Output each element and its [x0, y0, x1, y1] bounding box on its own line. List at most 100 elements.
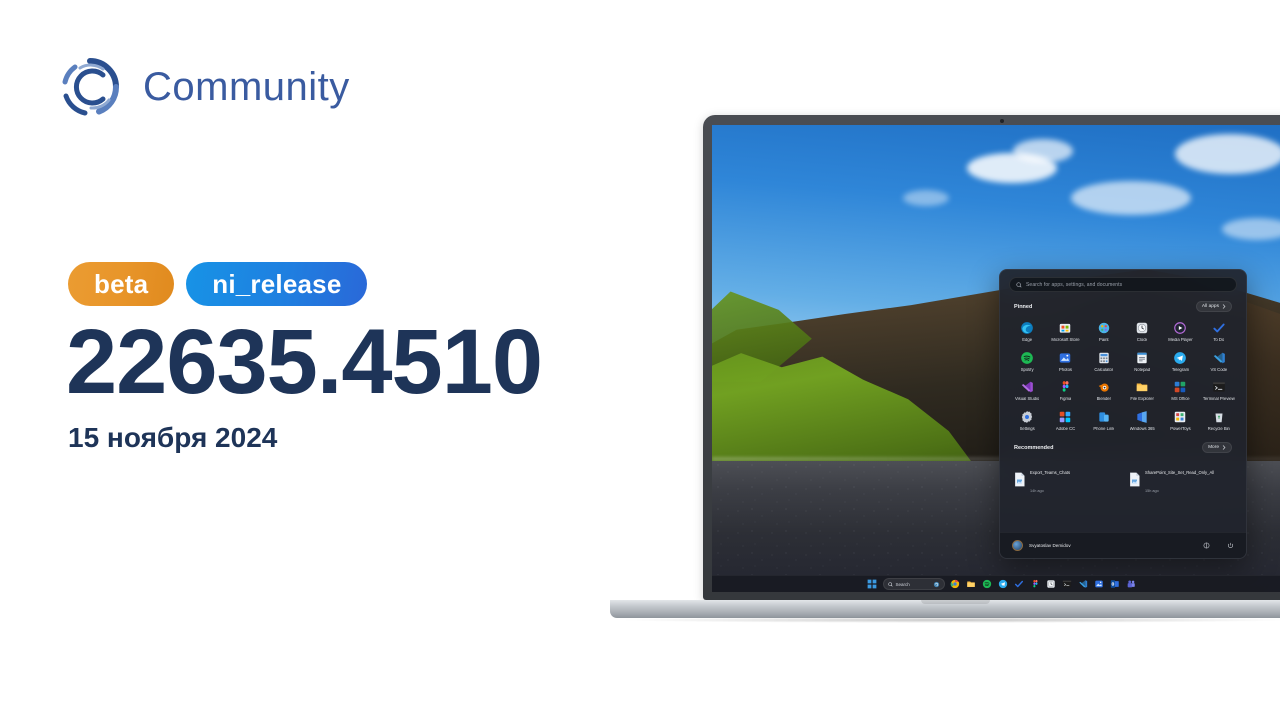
storage-icon[interactable]	[1203, 542, 1210, 549]
laptop-shadow	[618, 617, 1280, 623]
taskbar-icon-figma[interactable]	[1030, 579, 1041, 590]
laptop-mockup: Search for apps, settings, and documents…	[610, 110, 1280, 625]
figma-icon	[1057, 379, 1073, 395]
app-tile-notepad[interactable]: Notepad	[1123, 347, 1161, 375]
file-explorer-icon	[1134, 379, 1150, 395]
start-user-bar[interactable]: Svyatoslav Demidov	[1000, 532, 1246, 558]
chevron-right-icon	[1222, 304, 1226, 309]
recommended-item-name: SharePoint_Site_Set_Read_Only_All	[1145, 470, 1215, 476]
visual-studio-icon	[1019, 379, 1035, 395]
taskbar-search-box[interactable]: Search	[882, 578, 945, 590]
windows-start-icon[interactable]	[867, 579, 878, 590]
app-tile-calculator[interactable]: Calculator	[1085, 347, 1123, 375]
windows-365-icon	[1134, 409, 1150, 425]
app-tile-figma[interactable]: Figma	[1046, 376, 1084, 404]
user-name: Svyatoslav Demidov	[1029, 543, 1071, 548]
phone-link-icon	[1096, 409, 1112, 425]
vs-code-icon	[1211, 350, 1227, 366]
app-tile-phone-link[interactable]: Phone Link	[1085, 406, 1123, 434]
spotify-icon	[1019, 350, 1035, 366]
document-icon	[1128, 472, 1141, 487]
taskbar-icon-vs-code[interactable]	[1078, 579, 1089, 590]
taskbar-icon-file-explorer[interactable]	[966, 579, 977, 590]
app-label: Photos	[1058, 367, 1073, 372]
community-c-logo	[55, 52, 125, 122]
app-label: Calculator	[1094, 367, 1114, 372]
app-tile-telegram[interactable]: Telegram	[1161, 347, 1199, 375]
recommended-item-name: Export_Teams_Chats	[1030, 470, 1071, 476]
start-menu[interactable]: Search for apps, settings, and documents…	[999, 269, 1247, 559]
app-tile-paint[interactable]: Paint	[1085, 317, 1123, 345]
app-tile-visual-studio[interactable]: Visual Studio	[1008, 376, 1046, 404]
release-date: 15 ноября 2024	[68, 422, 278, 453]
terminal-preview-icon	[1211, 379, 1227, 395]
taskbar-icon-clock[interactable]	[1046, 579, 1057, 590]
taskbar-icon-teams[interactable]	[1126, 579, 1137, 590]
app-tile-spotify[interactable]: Spotify	[1008, 347, 1046, 375]
clock-icon	[1134, 320, 1150, 336]
recycle-bin-icon	[1211, 409, 1227, 425]
document-icon	[1013, 472, 1026, 487]
more-label: More	[1208, 445, 1219, 451]
app-tile-terminal-preview[interactable]: Terminal Preview	[1200, 376, 1238, 404]
list-item[interactable]: SharePoint_Site_Set_Read_Only_All 15h ag…	[1125, 458, 1236, 500]
search-icon	[887, 581, 893, 587]
pinned-header: Pinned All apps	[1014, 301, 1232, 312]
app-tile-recycle-bin[interactable]: Recycle Bin	[1200, 406, 1238, 434]
taskbar[interactable]: Search	[712, 575, 1280, 592]
app-tile-powertoys[interactable]: PowerToys	[1161, 406, 1199, 434]
edge-icon	[1019, 320, 1035, 336]
app-tile-blender[interactable]: Blender	[1085, 376, 1123, 404]
app-label: Phone Link	[1093, 426, 1115, 431]
app-label: Paint	[1099, 338, 1109, 342]
app-tile-windows-365[interactable]: Windows 365	[1123, 406, 1161, 434]
copilot-icon[interactable]	[933, 581, 940, 588]
app-tile-microsoft-store[interactable]: Microsoft Store	[1046, 317, 1084, 345]
settings-icon	[1019, 409, 1035, 425]
brand-lockup: Community	[55, 52, 350, 122]
app-tile-file-explorer[interactable]: File Explorer	[1123, 376, 1161, 404]
brand-name: Community	[143, 64, 350, 109]
taskbar-icon-outlook[interactable]	[1110, 579, 1121, 590]
app-tile-photos[interactable]: Photos	[1046, 347, 1084, 375]
app-tile-edge[interactable]: Edge	[1008, 317, 1046, 345]
avatar[interactable]	[1012, 540, 1023, 551]
app-tile-vs-code[interactable]: VS Code	[1200, 347, 1238, 375]
app-label: Media Player	[1168, 338, 1193, 342]
search-icon	[1016, 281, 1022, 287]
taskbar-icon-telegram[interactable]	[998, 579, 1009, 590]
app-tile-adobe-cc[interactable]: Adobe CC	[1046, 406, 1084, 434]
all-apps-label: All apps	[1201, 304, 1219, 309]
notepad-icon	[1134, 350, 1150, 366]
taskbar-icon-chrome[interactable]	[950, 579, 961, 590]
app-tile-to-do[interactable]: To Do	[1200, 317, 1238, 345]
start-search-input[interactable]: Search for apps, settings, and documents	[1009, 277, 1237, 292]
laptop-base	[610, 600, 1280, 618]
app-tile-media-player[interactable]: Media Player	[1161, 317, 1199, 345]
app-label: Notepad	[1134, 367, 1151, 372]
app-label: Windows 365	[1129, 426, 1155, 431]
power-icon[interactable]	[1227, 542, 1234, 549]
app-tile-ms-office[interactable]: MS Office	[1161, 376, 1199, 404]
recommended-list[interactable]: Export_Teams_Chats 14h ago SharePoint_Si…	[1000, 458, 1246, 500]
chevron-right-icon	[1222, 445, 1226, 451]
calculator-icon	[1096, 350, 1112, 366]
app-label: Spotify	[1020, 367, 1034, 372]
app-label: VS Code	[1210, 367, 1228, 372]
taskbar-icon-spotify[interactable]	[982, 579, 993, 590]
more-button[interactable]: More	[1202, 442, 1232, 454]
webcam-icon	[999, 119, 1004, 123]
app-tile-settings[interactable]: Settings	[1008, 406, 1046, 434]
app-label: Edge	[1022, 338, 1033, 342]
app-label: Microsoft Store	[1051, 338, 1080, 342]
list-item[interactable]: Export_Teams_Chats 14h ago	[1010, 458, 1121, 500]
taskbar-icon-photos[interactable]	[1094, 579, 1105, 590]
pinned-apps-grid[interactable]: Edge Microsoft Store Paint Clock Media P…	[1000, 317, 1246, 433]
all-apps-button[interactable]: All apps	[1195, 301, 1232, 312]
app-label: Visual Studio	[1014, 397, 1040, 402]
taskbar-icon-terminal[interactable]	[1062, 579, 1073, 590]
app-label: Clock	[1136, 338, 1148, 342]
taskbar-icon-to-do[interactable]	[1014, 579, 1025, 590]
app-label: Recycle Bin	[1207, 426, 1230, 431]
app-tile-clock[interactable]: Clock	[1123, 317, 1161, 345]
